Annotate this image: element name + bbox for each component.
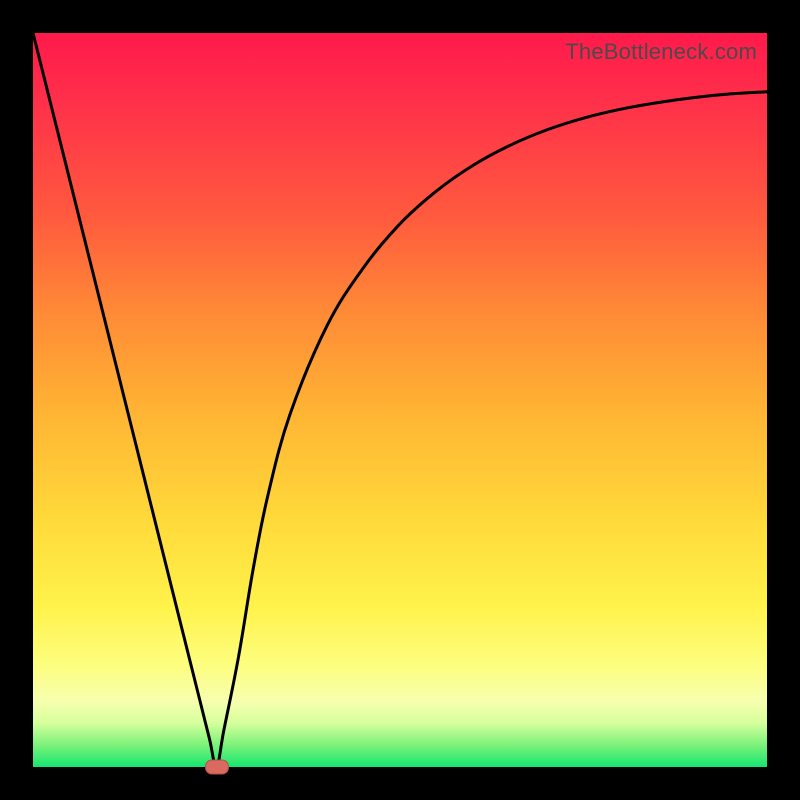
minimum-marker (205, 760, 229, 775)
bottleneck-curve (33, 33, 767, 767)
plot-area: TheBottleneck.com (33, 33, 767, 767)
chart-frame: TheBottleneck.com (0, 0, 800, 800)
